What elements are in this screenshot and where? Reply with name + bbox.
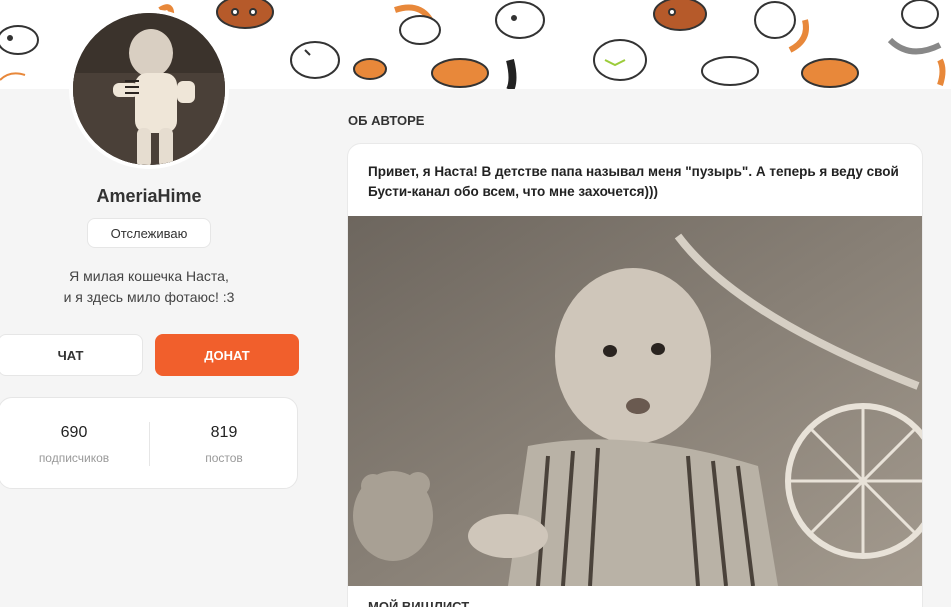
donate-button[interactable]: ДОНАТ — [155, 334, 299, 376]
about-card: Привет, я Наста! В детстве папа называл … — [347, 143, 923, 607]
subscribers-label: подписчиков — [38, 451, 110, 465]
wishlist-section-title: МОЙ ВИШЛИСТ — [368, 599, 470, 607]
username: AmeriaHime — [96, 186, 202, 206]
subscribers-stat[interactable]: 690 подписчиков — [0, 398, 149, 490]
baby-photo-avatar-icon — [73, 13, 225, 165]
stats-card: 690 подписчиков 819 постов — [0, 397, 298, 489]
posts-stat[interactable]: 819 постов — [149, 398, 299, 490]
avatar[interactable] — [69, 9, 229, 169]
chat-button[interactable]: ЧАТ — [0, 334, 143, 376]
about-section-title: ОБ АВТОРЕ — [348, 113, 425, 128]
bio-line: Я милая кошечка Наста, — [69, 268, 229, 284]
baby-photo-icon — [348, 216, 922, 587]
posts-label: постов — [205, 451, 243, 465]
about-photo — [348, 216, 922, 587]
posts-count: 819 — [210, 424, 238, 441]
bio: Я милая кошечка Наста, и я здесь мило фо… — [0, 266, 298, 308]
about-text: Привет, я Наста! В детстве папа называл … — [368, 164, 899, 199]
bio-line: и я здесь мило фотаюс! :3 — [63, 289, 235, 305]
follow-button[interactable]: Отслеживаю — [87, 218, 211, 248]
subscribers-count: 690 — [60, 424, 88, 441]
